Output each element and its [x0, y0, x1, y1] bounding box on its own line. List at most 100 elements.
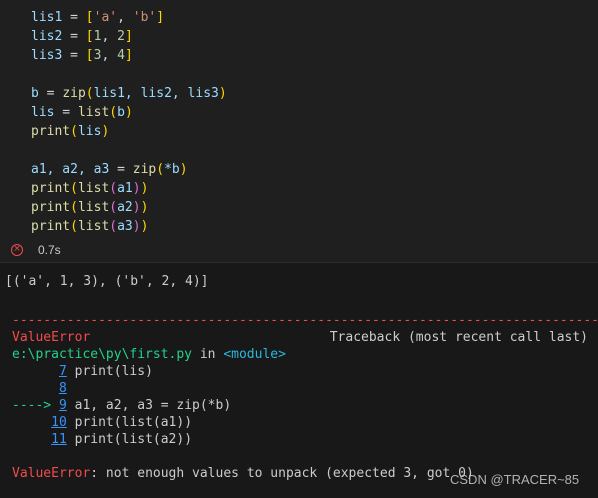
code-token: [ — [85, 10, 94, 25]
line-number-link[interactable]: 8 — [59, 381, 67, 396]
code-token: lis3 — [31, 48, 63, 63]
module-name: <module> — [223, 347, 286, 362]
code-token: b — [117, 105, 125, 120]
code-token: ) — [179, 162, 188, 177]
code-token: 4 — [117, 48, 125, 63]
code-line: b = zip(lis1, lis2, lis3) — [31, 84, 227, 103]
code-line: print(list(a3)) — [31, 217, 148, 236]
code-token: [ — [85, 48, 94, 63]
code-token: ( — [109, 105, 118, 120]
traceback-label: Traceback (most recent call last) — [329, 330, 588, 345]
code-token: ) — [140, 181, 149, 196]
error-circle-icon: × — [11, 244, 23, 256]
code-token: ] — [156, 10, 165, 25]
code-token: ) — [218, 86, 227, 101]
code-token: = — [38, 86, 63, 101]
traceback-file-line: e:\practice\py\first.py in <module> — [12, 346, 286, 363]
traceback-arrow — [12, 364, 59, 379]
code-token: a2 — [117, 200, 133, 215]
code-line: lis3 = [3, 4] — [31, 46, 133, 65]
final-error-name: ValueError — [12, 466, 91, 481]
traceback-line: ----> 9 a1, a2, a3 = zip(*b) — [12, 397, 231, 414]
traceback-code: a1, a2, a3 = zip(*b) — [66, 398, 232, 413]
traceback-line: 11 print(list(a2)) — [12, 431, 192, 448]
line-number-link[interactable]: 11 — [51, 432, 67, 447]
final-error-line: ValueError: not enough values to unpack … — [12, 465, 474, 482]
code-line: lis2 = [1, 2] — [31, 27, 133, 46]
code-line: lis = list(b) — [31, 103, 133, 122]
code-token: a3 — [117, 219, 133, 234]
traceback-code: print(list(a1)) — [66, 415, 193, 430]
file-in-text: in — [192, 347, 224, 362]
code-token: [ — [85, 29, 94, 44]
cell-output — [0, 262, 598, 498]
code-token: list — [77, 200, 110, 215]
traceback-line: 8 — [12, 380, 67, 397]
code-token: = — [62, 48, 86, 63]
traceback-arrow: ----> — [12, 398, 59, 413]
code-token: , — [117, 10, 133, 25]
code-token: = — [62, 10, 86, 25]
code-line: lis1 = ['a', 'b'] — [31, 8, 164, 27]
code-token: 'b' — [132, 10, 157, 25]
code-token: ( — [156, 162, 165, 177]
code-token: ) — [132, 219, 141, 234]
code-token: lis2 — [31, 29, 63, 44]
code-token: ( — [70, 181, 78, 196]
code-token: *b — [164, 162, 180, 177]
code-token: ( — [109, 181, 118, 196]
line-number-link[interactable]: 7 — [59, 364, 67, 379]
code-token: 2 — [117, 29, 125, 44]
code-line: a1, a2, a3 = zip(*b) — [31, 160, 188, 179]
code-token: zip — [132, 162, 157, 177]
code-token: ( — [85, 86, 94, 101]
code-token: print — [31, 219, 71, 234]
code-token: ) — [140, 200, 149, 215]
code-token: , — [101, 48, 118, 63]
code-token: b — [31, 86, 39, 101]
output-result: [('a', 1, 3), ('b', 2, 4)] — [5, 274, 209, 289]
final-error-message: : not enough values to unpack (expected … — [90, 466, 474, 481]
code-token: ) — [124, 105, 133, 120]
code-token: ] — [124, 29, 133, 44]
code-token: ( — [70, 124, 78, 139]
watermark: CSDN @TRACER~85 — [450, 472, 580, 487]
code-cell[interactable]: lis1 = ['a', 'b'] lis2 = [1, 2] lis3 = [… — [0, 0, 598, 240]
code-token: = — [62, 29, 86, 44]
code-line: print(list(a1)) — [31, 179, 148, 198]
code-token: lis1 — [31, 10, 63, 25]
error-name: ValueError — [12, 330, 91, 345]
code-token: list — [77, 105, 110, 120]
code-line: print(list(a2)) — [31, 198, 148, 217]
code-token: a1, a2, a3 — [31, 162, 110, 177]
traceback-arrow — [12, 381, 59, 396]
line-number-link[interactable]: 9 — [59, 398, 67, 413]
code-token: zip — [62, 86, 86, 101]
code-token: = — [109, 162, 133, 177]
code-token: ( — [109, 219, 118, 234]
file-path[interactable]: e:\practice\py\first.py — [12, 347, 192, 362]
traceback-code: print(list(a2)) — [66, 432, 193, 447]
code-token: ) — [101, 124, 110, 139]
code-token: a1 — [117, 181, 133, 196]
traceback-line: 10 print(list(a1)) — [12, 414, 192, 431]
code-token: ( — [70, 219, 78, 234]
traceback-line: 7 print(lis) — [12, 363, 153, 380]
line-number-link[interactable]: 10 — [51, 415, 67, 430]
code-token: lis — [31, 105, 55, 120]
cell-status-bar — [0, 240, 598, 262]
execution-time: 0.7s — [38, 243, 61, 257]
code-token: print — [31, 200, 71, 215]
code-token: ( — [109, 200, 118, 215]
code-token: list — [77, 181, 110, 196]
code-token: list — [77, 219, 110, 234]
code-token: ] — [124, 48, 133, 63]
traceback-arrow — [12, 415, 51, 430]
code-token: print — [31, 124, 71, 139]
code-line: print(lis) — [31, 122, 109, 141]
code-token: = — [54, 105, 78, 120]
traceback-arrow — [12, 432, 51, 447]
code-token: lis1, lis2, lis3 — [93, 86, 219, 101]
code-token: lis — [77, 124, 102, 139]
code-token: ) — [140, 219, 149, 234]
